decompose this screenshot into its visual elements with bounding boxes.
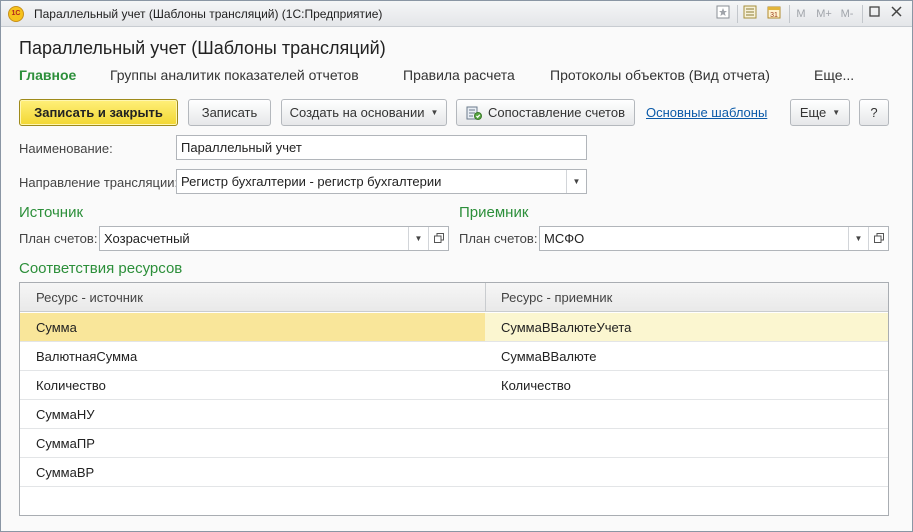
favorite-icon[interactable]	[715, 5, 731, 23]
calendar-icon[interactable]: 31	[766, 5, 782, 23]
more-label: Еще	[799, 105, 827, 120]
receiver-chart-select[interactable]: МСФО ▼	[539, 226, 889, 251]
save-label: Записать	[201, 105, 258, 120]
table-row[interactable]: СуммаНУ	[20, 400, 888, 429]
receiver-chart-label: План счетов:	[459, 231, 538, 246]
source-chart-select[interactable]: Хозрасчетный ▼	[99, 226, 449, 251]
column-header-receiver[interactable]: Ресурс - приемник	[485, 283, 888, 312]
open-icon[interactable]	[868, 227, 888, 250]
tab-object-protocols[interactable]: Протоколы объектов (Вид отчета)	[550, 67, 770, 83]
source-chart-value: Хозрасчетный	[104, 231, 190, 246]
accounts-mapping-button[interactable]: Сопоставление счетов	[456, 99, 635, 126]
receiver-resource-cell[interactable]: СуммаВВалютеУчета	[485, 313, 888, 341]
title-bar: 1С Параллельный учет (Шаблоны трансляций…	[1, 1, 912, 27]
help-button[interactable]: ?	[859, 99, 889, 126]
receiver-resource-cell[interactable]	[485, 429, 888, 457]
source-resource-cell[interactable]: СуммаНУ	[20, 400, 485, 428]
maximize-icon[interactable]	[867, 5, 881, 23]
source-resource-cell[interactable]: ВалютнаяСумма	[20, 342, 485, 370]
tab-analytics-groups[interactable]: Группы аналитик показателей отчетов	[110, 67, 359, 83]
more-button[interactable]: Еще ▼	[790, 99, 850, 126]
table-row[interactable]: ВалютнаяСумма СуммаВВалюте	[20, 342, 888, 371]
list-icon[interactable]	[742, 5, 758, 23]
save-and-close-button[interactable]: Записать и закрыть	[19, 99, 178, 126]
receiver-resource-cell[interactable]: Количество	[485, 371, 888, 399]
receiver-resource-cell[interactable]	[485, 458, 888, 486]
receiver-chart-value: МСФО	[544, 231, 585, 246]
direction-value: Регистр бухгалтерии - регистр бухгалтери…	[181, 174, 442, 189]
memory-button[interactable]: M	[794, 5, 808, 23]
memory-minus-button[interactable]: M-	[837, 5, 857, 23]
save-button[interactable]: Записать	[188, 99, 271, 126]
tab-main[interactable]: Главное	[19, 67, 76, 83]
open-icon[interactable]	[428, 227, 448, 250]
resources-table[interactable]: Ресурс - источник Ресурс - приемник Сумм…	[19, 282, 889, 516]
receiver-resource-cell[interactable]	[485, 400, 888, 428]
memory-plus-button[interactable]: M+	[814, 5, 834, 23]
chevron-down-icon[interactable]: ▼	[408, 227, 428, 250]
name-field[interactable]: Параллельный учет	[176, 135, 587, 160]
table-row[interactable]: Количество Количество	[20, 371, 888, 400]
app-logo-icon[interactable]: 1С	[8, 6, 24, 22]
page-title: Параллельный учет (Шаблоны трансляций)	[19, 38, 386, 58]
accounts-mapping-label: Сопоставление счетов	[487, 105, 625, 120]
chevron-down-icon: ▼	[430, 108, 439, 117]
table-row[interactable]: СуммаВР	[20, 458, 888, 487]
resources-title: Соответствия ресурсов	[19, 260, 183, 277]
receiver-resource-cell[interactable]: СуммаВВалюте	[485, 342, 888, 370]
main-templates-link[interactable]: Основные шаблоны	[646, 105, 767, 120]
source-group-title: Источник	[19, 204, 84, 221]
tab-more[interactable]: Еще...	[814, 67, 854, 83]
column-header-source[interactable]: Ресурс - источник	[20, 283, 485, 312]
chevron-down-icon[interactable]: ▼	[566, 170, 586, 193]
main-window: 1С Параллельный учет (Шаблоны трансляций…	[0, 0, 913, 532]
source-resource-cell[interactable]: Сумма	[20, 313, 485, 341]
source-resource-cell[interactable]: СуммаВР	[20, 458, 485, 486]
help-label: ?	[870, 105, 878, 120]
create-based-on-button[interactable]: Создать на основании ▼	[281, 99, 447, 126]
svg-text:31: 31	[770, 12, 778, 19]
chevron-down-icon[interactable]: ▼	[848, 227, 868, 250]
window-title: Параллельный учет (Шаблоны трансляций) (…	[34, 7, 383, 21]
direction-label: Направление трансляции:	[19, 175, 179, 190]
table-row[interactable]: Сумма СуммаВВалютеУчета	[20, 313, 888, 342]
table-header: Ресурс - источник Ресурс - приемник	[20, 283, 888, 312]
create-based-on-label: Создать на основании	[289, 105, 425, 120]
close-icon[interactable]	[889, 5, 903, 23]
chevron-down-icon: ▼	[832, 108, 841, 117]
source-resource-cell[interactable]: Количество	[20, 371, 485, 399]
direction-select[interactable]: Регистр бухгалтерии - регистр бухгалтери…	[176, 169, 587, 194]
name-label: Наименование:	[19, 141, 113, 156]
source-chart-label: План счетов:	[19, 231, 98, 246]
name-value: Параллельный учет	[181, 140, 302, 155]
table-row[interactable]: СуммаПР	[20, 429, 888, 458]
accounts-mapping-icon	[466, 106, 482, 120]
tab-calculation-rules[interactable]: Правила расчета	[403, 67, 515, 83]
source-resource-cell[interactable]: СуммаПР	[20, 429, 485, 457]
receiver-group-title: Приемник	[459, 204, 529, 221]
save-and-close-label: Записать и закрыть	[34, 105, 163, 120]
